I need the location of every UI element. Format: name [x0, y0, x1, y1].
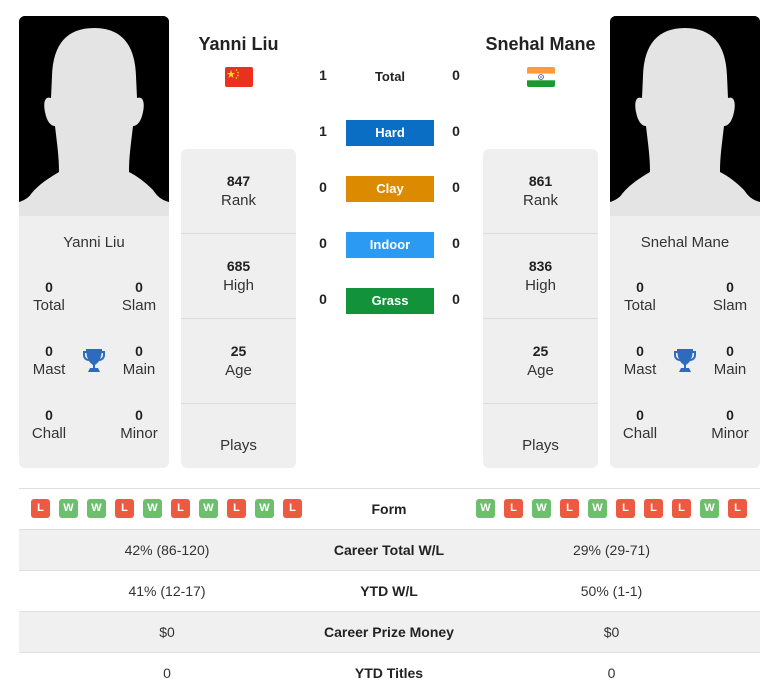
player1-value: 0: [163, 665, 171, 681]
player1-titles-chall: 0 Chall: [31, 407, 67, 442]
form-win-badge[interactable]: W: [199, 499, 218, 518]
form-win-badge[interactable]: W: [700, 499, 719, 518]
h2h-hard-p1: 1: [319, 123, 327, 139]
player2-value: 50% (1-1): [580, 583, 643, 599]
player2-rank: 861 Rank: [483, 149, 598, 234]
player1-titles-main: 0 Main: [122, 343, 156, 378]
form-win-badge[interactable]: W: [143, 499, 162, 518]
player1-card-name: Yanni Liu: [63, 234, 125, 251]
h2h-clay-p2: 0: [452, 179, 460, 195]
player2-titles-chall: 0 Chall: [622, 407, 658, 442]
player2-high: 836 High: [483, 234, 598, 319]
h2h-grass-p2: 0: [452, 291, 460, 307]
silhouette-icon: [610, 16, 760, 216]
india-flag-icon: [527, 67, 555, 87]
player2-titles-total: 0 Total: [624, 279, 656, 314]
form-loss-badge[interactable]: L: [728, 499, 747, 518]
player2-photo: [610, 16, 760, 216]
player2-value: 29% (29-71): [572, 542, 651, 558]
player1-value: $0: [159, 624, 175, 640]
form-win-badge[interactable]: W: [532, 499, 551, 518]
h2h-total-p1: 1: [319, 67, 327, 83]
player1-titles-mast: 0 Mast: [32, 343, 66, 378]
form-loss-badge[interactable]: L: [616, 499, 635, 518]
player1-photo: [19, 16, 169, 216]
h2h-indoor-p1: 0: [319, 235, 327, 251]
form-loss-badge[interactable]: L: [31, 499, 50, 518]
trophy-icon: [673, 348, 697, 374]
h2h-total-p2: 0: [452, 67, 460, 83]
form-win-badge[interactable]: W: [59, 499, 78, 518]
player2-profile-card: Snehal Mane 0 Total 0 Slam 0 Mast 0 Main…: [610, 16, 760, 468]
form-label: Form: [371, 501, 407, 517]
comparison-row-ytd-wl: 41% (12-17) YTD W/L 50% (1-1): [19, 570, 760, 611]
h2h-indoor-p2: 0: [452, 235, 460, 251]
player1-name[interactable]: Yanni Liu: [181, 34, 296, 55]
player1-high: 685 High: [181, 234, 296, 319]
form-loss-badge[interactable]: L: [115, 499, 134, 518]
player1-value: 41% (12-17): [128, 583, 206, 599]
player2-titles-mast: 0 Mast: [623, 343, 657, 378]
comparison-row-prize-money: $0 Career Prize Money $0: [19, 611, 760, 652]
form-loss-badge[interactable]: L: [644, 499, 663, 518]
form-loss-badge[interactable]: L: [171, 499, 190, 518]
player1-titles-slam: 0 Slam: [121, 279, 157, 314]
form-win-badge[interactable]: W: [476, 499, 495, 518]
form-win-badge[interactable]: W: [255, 499, 274, 518]
player2-age: 25 Age: [483, 319, 598, 404]
row-label: Career Prize Money: [324, 624, 454, 640]
row-label: YTD W/L: [360, 583, 418, 599]
surface-hard-badge[interactable]: Hard: [346, 120, 434, 146]
player1-titles-minor: 0 Minor: [120, 407, 158, 442]
comparison-row-ytd-titles: 0 YTD Titles 0: [19, 652, 760, 693]
h2h-total-label: Total: [374, 69, 406, 84]
china-flag-icon: [225, 67, 253, 87]
player2-plays: Plays: [522, 437, 559, 454]
player2-value: $0: [603, 624, 620, 640]
h2h-hard-p2: 0: [452, 123, 460, 139]
surface-clay-badge[interactable]: Clay: [346, 176, 434, 202]
surface-indoor-badge[interactable]: Indoor: [346, 232, 434, 258]
form-win-badge[interactable]: W: [87, 499, 106, 518]
player2-value: 0: [607, 665, 616, 681]
player2-titles-main: 0 Main: [713, 343, 747, 378]
player1-rank: 847 Rank: [181, 149, 296, 234]
player1-age: 25 Age: [181, 319, 296, 404]
form-loss-badge[interactable]: L: [227, 499, 246, 518]
player1-stats: 847 Rank 685 High 25 Age Plays: [181, 149, 296, 468]
trophy-icon: [82, 348, 106, 374]
h2h-grass-p1: 0: [319, 291, 327, 307]
h2h-clay-p1: 0: [319, 179, 327, 195]
player2-titles-slam: 0 Slam: [712, 279, 748, 314]
row-label: Career Total W/L: [333, 542, 445, 558]
form-row: LWWLWLWLWL Form WLWLWLLLWL: [19, 488, 760, 529]
form-loss-badge[interactable]: L: [504, 499, 523, 518]
form-loss-badge[interactable]: L: [560, 499, 579, 518]
player1-plays: Plays: [220, 437, 257, 454]
player2-stats: 861 Rank 836 High 25 Age Plays: [483, 149, 598, 468]
player2-card-name: Snehal Mane: [640, 234, 730, 251]
player1-value: 42% (86-120): [124, 542, 210, 558]
player2-name[interactable]: Snehal Mane: [483, 34, 598, 55]
silhouette-icon: [19, 16, 169, 216]
surface-grass-badge[interactable]: Grass: [346, 288, 434, 314]
form-loss-badge[interactable]: L: [283, 499, 302, 518]
comparison-row-career-wl: 42% (86-120) Career Total W/L 29% (29-71…: [19, 529, 760, 570]
player1-profile-card: Yanni Liu 0 Total 0 Slam 0 Mast 0 Main 0…: [19, 16, 169, 468]
form-loss-badge[interactable]: L: [672, 499, 691, 518]
player2-titles-minor: 0 Minor: [711, 407, 749, 442]
player1-titles-total: 0 Total: [33, 279, 65, 314]
form-win-badge[interactable]: W: [588, 499, 607, 518]
row-label: YTD Titles: [354, 665, 424, 681]
